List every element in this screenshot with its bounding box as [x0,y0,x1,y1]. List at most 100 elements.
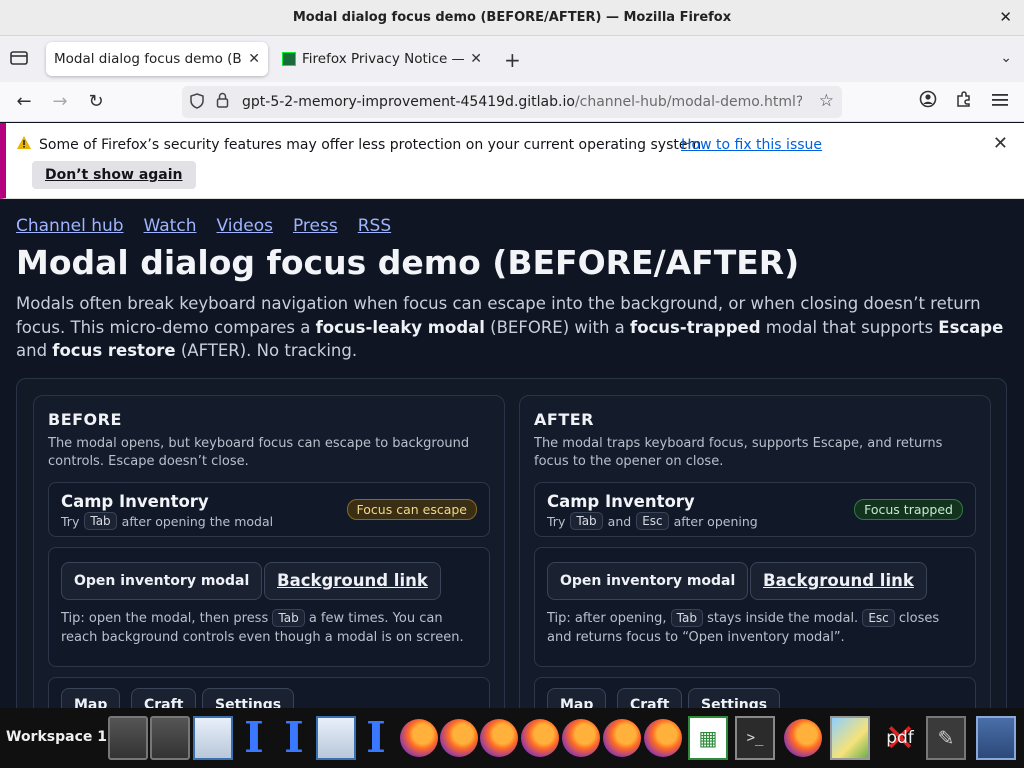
tracking-protection-icon[interactable] [190,93,204,113]
card-title: Camp Inventory [61,492,209,511]
status-badge: Focus trapped [854,499,963,520]
status-badge: Focus can escape [346,499,477,520]
firefox-view-icon[interactable] [10,50,30,68]
pdf-viewer-icon[interactable]: pdf [880,716,920,760]
firefox-icon[interactable] [562,719,600,757]
kbd-tab: Tab [670,609,703,627]
background-link[interactable]: Background link [264,562,441,600]
tab-close-icon[interactable]: ✕ [470,51,482,67]
firefox-icon[interactable] [521,719,559,757]
kbd-esc: Esc [636,512,669,530]
nav-link-videos[interactable]: Videos [216,216,273,236]
card-title: Camp Inventory [547,492,695,511]
window-title: Modal dialog focus demo (BEFORE/AFTER) —… [292,10,732,25]
text-editor-icon[interactable]: I [356,716,396,760]
kbd-tab: Tab [84,512,117,530]
firefox-icon[interactable] [644,719,682,757]
firefox-icon[interactable] [480,719,518,757]
kbd-esc: Esc [862,609,895,627]
folder-icon[interactable] [150,716,190,760]
notification-message: Some of Firefox’s security features may … [39,137,706,153]
nav-link-rss[interactable]: RSS [358,216,391,236]
extensions-icon[interactable] [952,90,976,114]
before-controls-card: Open inventory modal Background link Tip… [48,547,490,667]
account-icon[interactable] [916,90,940,114]
kbd-tab: Tab [570,512,603,530]
tab-close-icon[interactable]: ✕ [248,51,260,67]
tab-privacy-notice[interactable]: Firefox Privacy Notice — Mozilla ✕ [274,42,490,76]
image-viewer-icon[interactable] [830,716,870,760]
bookmark-star-icon[interactable]: ☆ [819,91,834,111]
kbd-tab: Tab [272,609,305,627]
after-panel: AFTER The modal traps keyboard focus, su… [519,395,991,708]
folder-icon[interactable] [108,716,148,760]
chip-craft[interactable]: Craft [131,688,197,708]
background-link[interactable]: Background link [750,562,927,600]
navigation-toolbar: ← → ↻ gpt-5-2-memory-improvement-45419d.… [0,82,1024,122]
workspace-label[interactable]: Workspace 1 [6,729,107,745]
before-description: The modal opens, but keyboard focus can … [48,436,470,469]
lock-icon[interactable] [216,92,229,112]
url-text[interactable]: gpt-5-2-memory-improvement-45419d.gitlab… [242,94,802,110]
privacy-favicon-icon [282,52,296,66]
editor-icon[interactable]: ✎ [926,716,966,760]
nav-link-press[interactable]: Press [293,216,338,236]
how-to-fix-link[interactable]: How to fix this issue [681,137,822,153]
card-subtitle: Try Tab and Esc after opening [547,512,758,530]
forward-icon[interactable]: → [48,90,72,114]
new-tab-button[interactable]: + [504,48,521,72]
notification-close-icon[interactable]: ✕ [993,133,1008,154]
url-path: /channel-hub/modal-demo.html?c [574,94,802,110]
tab-modal-demo[interactable]: Modal dialog focus demo (BEFORE/AFTER) ✕ [46,42,268,76]
firefox-icon[interactable] [400,719,438,757]
warning-icon [16,135,32,154]
terminal-icon[interactable]: >_ [735,716,775,760]
nav-link-channel-hub[interactable]: Channel hub [16,216,124,236]
demo-container: BEFORE The modal opens, but keyboard foc… [16,378,1007,708]
site-nav: Channel hub Watch Videos Press RSS [16,216,391,236]
url-bar[interactable]: gpt-5-2-memory-improvement-45419d.gitlab… [182,86,842,118]
open-inventory-modal-button[interactable]: Open inventory modal [547,562,749,600]
url-host: gpt-5-2-memory-improvement-45419d.gitlab… [242,94,575,110]
after-controls-card: Open inventory modal Background link Tip… [534,547,976,667]
firefox-icon[interactable] [784,719,822,757]
security-notification-bar: Some of Firefox’s security features may … [0,123,1024,199]
chip-map[interactable]: Map [61,688,121,708]
nav-link-watch[interactable]: Watch [144,216,197,236]
chip-settings[interactable]: Settings [688,688,781,708]
window-titlebar: Modal dialog focus demo (BEFORE/AFTER) —… [0,0,1024,36]
firefox-icon[interactable] [440,719,478,757]
intro-paragraph: Modals often break keyboard navigation w… [16,294,1004,360]
calculator-icon[interactable] [976,716,1016,760]
before-panel: BEFORE The modal opens, but keyboard foc… [33,395,505,708]
back-icon[interactable]: ← [12,90,36,114]
menu-icon[interactable] [988,90,1012,114]
tab-label: Firefox Privacy Notice — Mozilla [302,51,465,67]
before-header-card: Camp Inventory Try Tab after opening the… [48,482,490,537]
window-icon[interactable] [193,716,233,760]
dont-show-again-button[interactable]: Don’t show again [32,161,196,189]
before-heading: BEFORE [48,410,122,429]
open-inventory-modal-button[interactable]: Open inventory modal [61,562,263,600]
after-description: The modal traps keyboard focus, supports… [534,436,943,469]
spreadsheet-icon[interactable]: ▦ [688,716,728,760]
chip-map[interactable]: Map [547,688,607,708]
tab-bar: Modal dialog focus demo (BEFORE/AFTER) ✕… [0,36,1024,82]
text-editor-icon[interactable]: I [234,716,274,760]
after-heading: AFTER [534,410,594,429]
text-editor-icon[interactable]: I [274,716,314,760]
firefox-icon[interactable] [603,719,641,757]
page-title: Modal dialog focus demo (BEFORE/AFTER) [16,243,800,282]
page-content: Channel hub Watch Videos Press RSS Modal… [0,199,1024,708]
tip-text: Tip: open the modal, then press Tab a fe… [61,609,464,645]
after-tabs-card: Map Craft Settings [534,677,976,708]
window-icon[interactable] [316,716,356,760]
window-close-icon[interactable]: ✕ [999,8,1012,26]
reload-icon[interactable]: ↻ [84,90,108,114]
chip-settings[interactable]: Settings [202,688,295,708]
tip-text: Tip: after opening, Tab stays inside the… [547,609,940,645]
chip-craft[interactable]: Craft [617,688,683,708]
list-all-tabs-icon[interactable]: ⌄ [1000,50,1012,66]
card-subtitle: Try Tab after opening the modal [61,512,274,530]
after-header-card: Camp Inventory Try Tab and Esc after ope… [534,482,976,537]
